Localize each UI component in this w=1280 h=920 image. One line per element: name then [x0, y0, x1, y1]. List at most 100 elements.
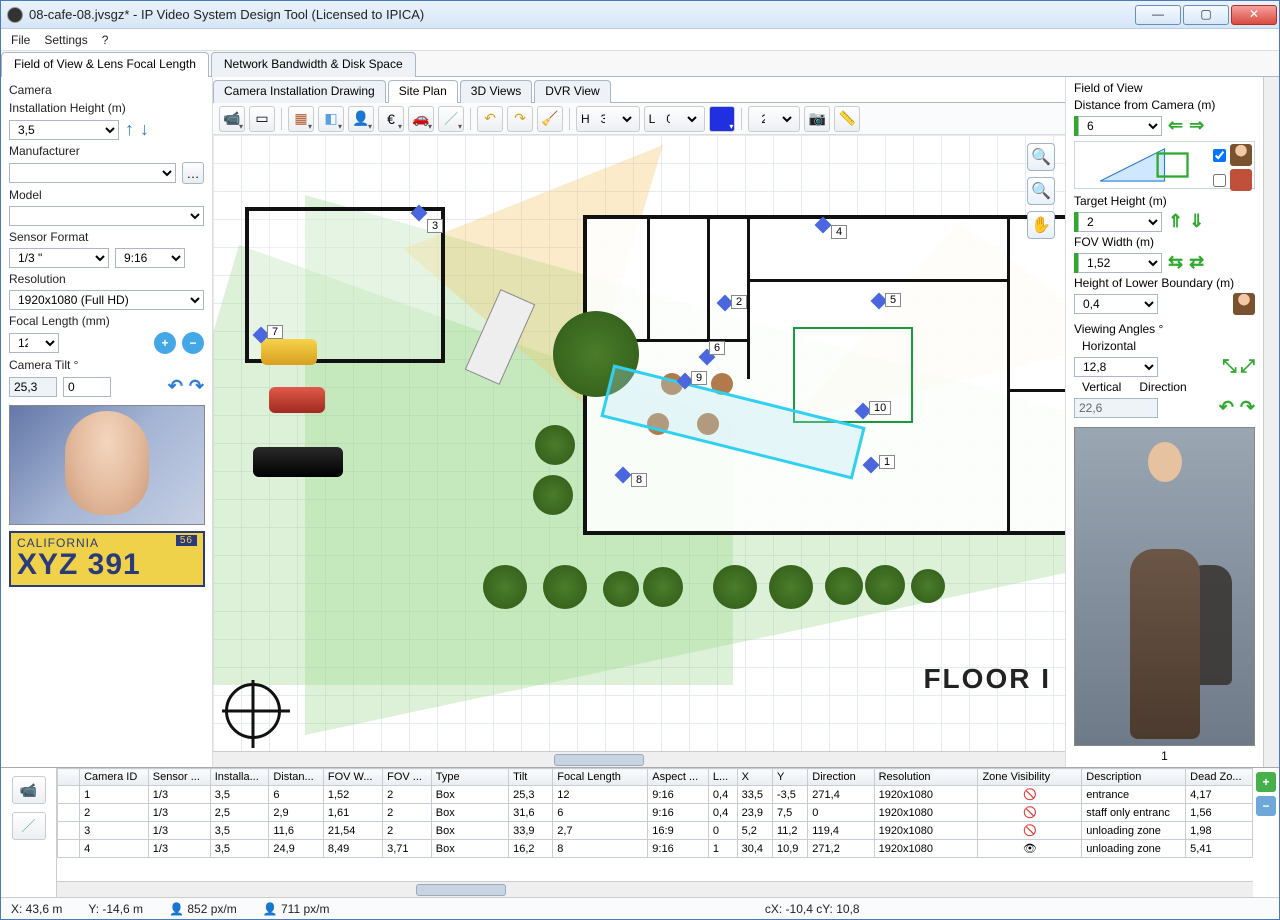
zoom-in-button[interactable]: 🔍	[1027, 143, 1055, 171]
distance-select[interactable]: 6	[1078, 116, 1162, 136]
col-header[interactable]: Installa...	[210, 769, 269, 786]
canvas-hscroll[interactable]	[213, 751, 1065, 767]
redo-button[interactable]: ↷	[507, 106, 533, 132]
horiz-select[interactable]: 12,8	[1074, 357, 1158, 377]
col-header[interactable]: Description	[1082, 769, 1186, 786]
direction-label: Direction	[1139, 380, 1186, 394]
col-header[interactable]: Tilt	[509, 769, 553, 786]
table-row[interactable]: 41/33,524,98,493,71Box16,289:16130,410,9…	[58, 840, 1253, 858]
maximize-button[interactable]: ▢	[1183, 5, 1229, 25]
col-header[interactable]: Focal Length	[553, 769, 648, 786]
angle-expand-icon[interactable]: ⤡	[1222, 356, 1236, 377]
dist-left-icon[interactable]: ⇐	[1168, 115, 1183, 136]
site-plan-canvas[interactable]: 1 2 3 4 5 6 7 8 9 10 FLOOR I 🔍 🔍 ✋	[213, 135, 1065, 751]
table-row[interactable]: 21/32,52,91,612Box31,669:160,423,97,5019…	[58, 804, 1253, 822]
rectangle-tool-icon[interactable]: ▭	[249, 106, 275, 132]
col-header[interactable]: Zone Visibility	[978, 769, 1082, 786]
col-header[interactable]: X	[737, 769, 772, 786]
install-height-down-icon[interactable]: ↓	[140, 119, 149, 140]
install-height-up-icon[interactable]: ↑	[125, 119, 134, 140]
wall-tool-icon[interactable]: ▦▾	[288, 106, 314, 132]
minimize-button[interactable]: —	[1135, 5, 1181, 25]
preview-caption: 1	[1074, 749, 1255, 763]
dist-right-icon[interactable]: ⇒	[1189, 115, 1204, 136]
col-header[interactable]: Camera ID	[80, 769, 149, 786]
target-up-icon[interactable]: ⇑	[1168, 211, 1183, 232]
table-camera-icon[interactable]: 📹	[12, 776, 46, 804]
target-height-select[interactable]: 2	[1078, 212, 1162, 232]
col-header[interactable]: FOV W...	[323, 769, 382, 786]
manufacturer-browse-button[interactable]: …	[182, 162, 204, 184]
col-header[interactable]: Dead Zo...	[1186, 769, 1253, 786]
focal-plus-button[interactable]: +	[154, 332, 176, 354]
tab-camera-drawing[interactable]: Camera Installation Drawing	[213, 80, 386, 103]
clear-button[interactable]: 🧹	[537, 106, 563, 132]
col-header[interactable]: L...	[708, 769, 737, 786]
tab-dvr-view[interactable]: DVR View	[534, 80, 610, 103]
table-hscroll[interactable]	[57, 881, 1253, 897]
manufacturer-label: Manufacturer	[9, 144, 204, 158]
lower-boundary-select[interactable]: 0,4	[1074, 294, 1158, 314]
H-control[interactable]: H3,5	[576, 106, 640, 132]
col-header[interactable]: Resolution	[874, 769, 978, 786]
tab-network[interactable]: Network Bandwidth & Disk Space	[211, 52, 416, 77]
col-header[interactable]: FOV ...	[383, 769, 432, 786]
target-b-check[interactable]	[1213, 174, 1226, 187]
resolution-select[interactable]: 1920x1080 (Full HD)	[9, 290, 204, 310]
camera-tool-icon[interactable]: 📹▾	[219, 106, 245, 132]
dir-ccw-icon[interactable]: ↶	[1219, 397, 1234, 418]
sensor-aspect-select[interactable]: 9:16	[115, 248, 185, 268]
col-header[interactable]: Type	[431, 769, 508, 786]
target-a-check[interactable]	[1213, 149, 1226, 162]
fovw-out-icon[interactable]: ⇆	[1168, 252, 1183, 273]
manufacturer-select[interactable]	[9, 163, 176, 183]
line-tool-icon[interactable]: ／▾	[438, 106, 464, 132]
menu-help[interactable]: ?	[102, 33, 109, 47]
fovw-in-icon[interactable]: ⇄	[1189, 252, 1204, 273]
install-height-select[interactable]: 3,5	[9, 120, 119, 140]
sensor-select[interactable]: 1/3 "	[9, 248, 109, 268]
focal-minus-button[interactable]: −	[182, 332, 204, 354]
col-header[interactable]: Sensor ...	[148, 769, 210, 786]
remove-row-button[interactable]: −	[1256, 796, 1276, 816]
model-label: Model	[9, 188, 204, 202]
dir-cw-icon[interactable]: ↷	[1240, 397, 1255, 418]
person-tool-icon[interactable]: 👤▾	[348, 106, 374, 132]
table-row[interactable]: 31/33,511,621,542Box33,92,716:905,211,21…	[58, 822, 1253, 840]
zoom-out-button[interactable]: 🔍	[1027, 177, 1055, 205]
tilt-cw-icon[interactable]: ↷	[189, 376, 204, 397]
menu-bar: File Settings ?	[1, 29, 1279, 51]
tilt-ccw-icon[interactable]: ↶	[168, 376, 183, 397]
col-header[interactable]: Y	[772, 769, 807, 786]
close-button[interactable]: ✕	[1231, 5, 1277, 25]
number-control[interactable]: 2	[748, 106, 800, 132]
fov-width-select[interactable]: 1,52	[1078, 253, 1162, 273]
tab-site-plan[interactable]: Site Plan	[388, 80, 458, 103]
col-header[interactable]: Aspect ...	[648, 769, 709, 786]
pan-button[interactable]: ✋	[1027, 211, 1055, 239]
tab-3d-views[interactable]: 3D Views	[460, 80, 532, 103]
cube-tool-icon[interactable]: ◧▾	[318, 106, 344, 132]
tilt-value-2[interactable]	[63, 377, 111, 397]
table-line-icon[interactable]: ／	[12, 812, 46, 840]
measure-tool-icon[interactable]: 📏	[834, 106, 860, 132]
camera-preset-icon[interactable]: 📷	[804, 106, 830, 132]
col-header[interactable]: Direction	[808, 769, 874, 786]
focal-length-select[interactable]: 12	[9, 333, 59, 353]
color-swatch[interactable]: ▾	[709, 106, 735, 132]
undo-button[interactable]: ↶	[477, 106, 503, 132]
L-control[interactable]: L0	[644, 106, 706, 132]
add-row-button[interactable]: +	[1256, 772, 1276, 792]
car-tool-icon[interactable]: 🚗▾	[408, 106, 434, 132]
col-header[interactable]: Distan...	[269, 769, 324, 786]
model-select[interactable]	[9, 206, 204, 226]
angle-contract-icon[interactable]: ⤢	[1241, 356, 1255, 377]
target-down-icon[interactable]: ⇓	[1189, 211, 1204, 232]
euro-tool-icon[interactable]: €▾	[378, 106, 404, 132]
menu-file[interactable]: File	[11, 33, 30, 47]
main-vscroll[interactable]	[1263, 77, 1279, 767]
tab-fov[interactable]: Field of View & Lens Focal Length	[1, 52, 209, 77]
tilt-value-1[interactable]	[9, 377, 57, 397]
menu-settings[interactable]: Settings	[44, 33, 87, 47]
table-row[interactable]: 11/33,561,522Box25,3129:160,433,5-3,5271…	[58, 786, 1253, 804]
